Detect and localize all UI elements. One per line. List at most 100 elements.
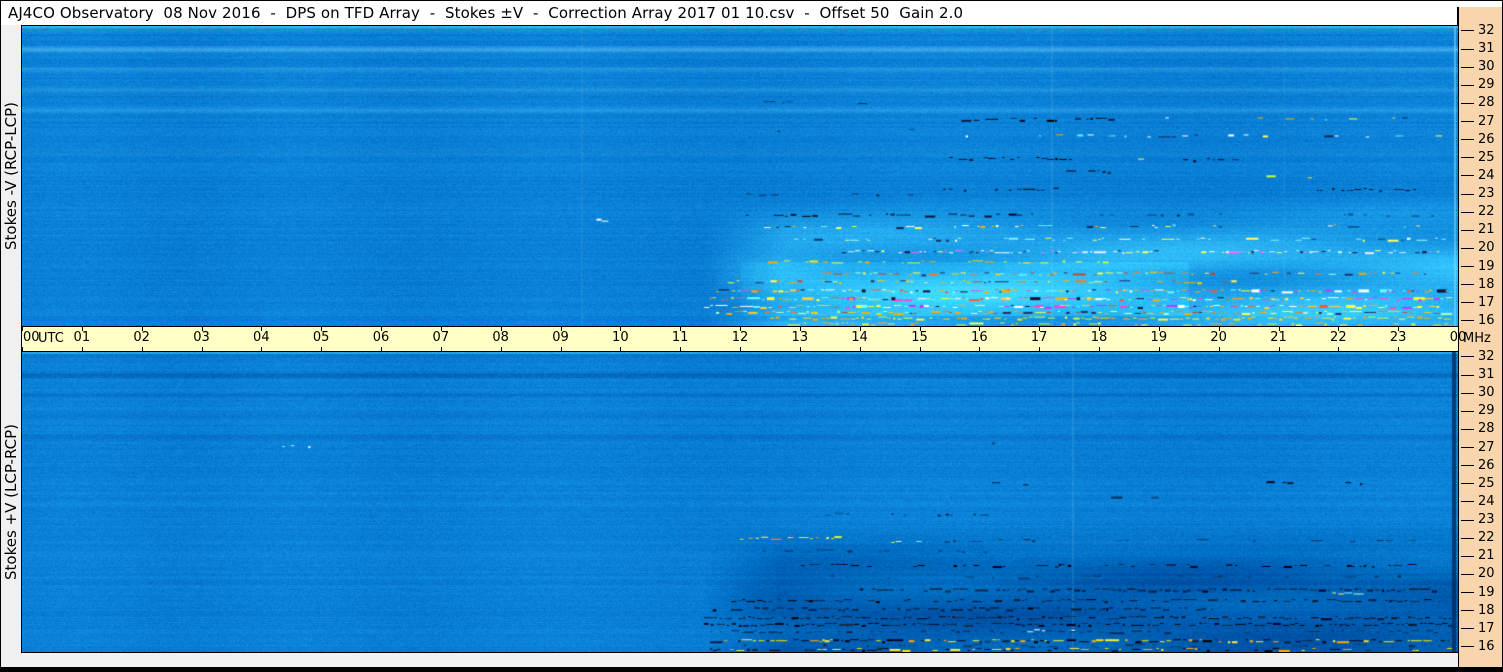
utc-unit-label: UTC: [38, 331, 64, 346]
time-tick: [680, 347, 682, 351]
freq-tick: 17: [1461, 620, 1495, 636]
time-tick: [740, 347, 741, 351]
freq-tick: 27: [1461, 440, 1495, 455]
freq-tick-label: 25: [1478, 475, 1495, 491]
freq-tick: 31: [1461, 368, 1495, 382]
time-tick: [1458, 347, 1459, 351]
freq-tick-label: 25: [1478, 149, 1495, 165]
freq-tick-label: 31: [1478, 41, 1495, 57]
freq-tick-mark: [1461, 84, 1474, 86]
freq-tick-label: 24: [1478, 493, 1495, 509]
freq-tick: 16: [1461, 639, 1495, 654]
freq-tick-label: 17: [1478, 294, 1495, 310]
freq-tick: 30: [1461, 386, 1495, 400]
time-tick: [1158, 347, 1160, 351]
freq-tick-mark: [1461, 320, 1474, 322]
freq-tick: 20: [1461, 241, 1495, 255]
time-tick: [22, 347, 23, 351]
time-tick: [620, 347, 622, 351]
time-tick: [1338, 347, 1340, 351]
freq-tick: 22: [1461, 205, 1495, 219]
freq-tick-label: 22: [1478, 204, 1495, 220]
freq-tick-label: 18: [1478, 276, 1495, 292]
time-label: 20: [1210, 330, 1227, 345]
freq-tick-mark: [1461, 428, 1474, 430]
freq-tick: 20: [1461, 567, 1495, 581]
footer-strip: [1, 653, 1458, 667]
time-label: 18: [1090, 330, 1108, 345]
freq-tick-mark: [1461, 211, 1474, 213]
freq-tick: 29: [1461, 404, 1495, 418]
freq-tick-label: 29: [1478, 403, 1495, 419]
freq-tick-label: 21: [1478, 222, 1495, 238]
panel-label-stokes-minus-v: Stokes -V (RCP-LCP): [1, 102, 20, 250]
freq-tick-label: 20: [1478, 240, 1495, 256]
freq-tick-mark: [1461, 356, 1474, 358]
freq-tick-label: 30: [1478, 59, 1495, 75]
time-label: 19: [1150, 330, 1168, 345]
freq-tick-label: 17: [1478, 620, 1495, 636]
freq-tick-label: 21: [1478, 548, 1495, 564]
time-label: 07: [432, 330, 450, 345]
freq-tick: 22: [1461, 531, 1495, 545]
time-tick: [859, 347, 861, 351]
freq-tick: 23: [1461, 187, 1495, 201]
panel-border-line: [21, 25, 22, 653]
time-tick: [261, 347, 263, 351]
freq-tick-label: 22: [1478, 530, 1495, 546]
freq-tick: 21: [1461, 223, 1495, 237]
freq-tick: 26: [1461, 131, 1495, 147]
time-tick: [141, 347, 143, 351]
time-label: 11: [671, 330, 689, 345]
freq-tick-label: 26: [1478, 131, 1495, 147]
time-tick: [81, 347, 83, 351]
freq-tick-mark: [1461, 247, 1474, 249]
freq-tick: 32: [1461, 348, 1495, 364]
freq-tick: 19: [1461, 585, 1495, 600]
freq-tick-label: 26: [1478, 457, 1495, 473]
freq-tick: 18: [1461, 276, 1495, 292]
freq-tick-mark: [1461, 447, 1474, 449]
freq-tick-label: 32: [1478, 22, 1495, 38]
time-tick: [1398, 347, 1400, 351]
freq-tick: 32: [1461, 22, 1495, 38]
freq-tick-mark: [1461, 175, 1474, 177]
freq-tick: 16: [1461, 313, 1495, 328]
time-tick: [1099, 347, 1100, 351]
time-label: 17: [1030, 330, 1048, 345]
freq-tick-mark: [1461, 392, 1474, 394]
freq-tick: 17: [1461, 294, 1495, 310]
time-tick: [500, 347, 502, 351]
time-label: 08: [492, 330, 509, 345]
time-tick: [1278, 347, 1280, 351]
time-label: 22: [1330, 330, 1347, 345]
freq-tick-mark: [1461, 302, 1474, 304]
freq-tick-label: 23: [1478, 512, 1495, 528]
time-tick: [560, 347, 562, 351]
time-label: 21: [1270, 330, 1287, 345]
freq-tick-mark: [1461, 139, 1474, 141]
freq-tick-mark: [1461, 646, 1474, 648]
freq-tick: 28: [1461, 422, 1495, 436]
freq-tick-mark: [1461, 266, 1474, 268]
time-label: 00: [23, 330, 40, 345]
time-tick: [1218, 347, 1220, 351]
freq-tick-mark: [1461, 121, 1474, 123]
freq-tick-label: 32: [1478, 348, 1495, 364]
spectrogram-bottom-panel: [22, 352, 1458, 652]
freq-tick: 26: [1461, 457, 1495, 473]
spectrogram-top-panel: [22, 26, 1458, 326]
time-label: 06: [372, 330, 390, 345]
time-label: 04: [253, 330, 270, 345]
freq-tick: 25: [1461, 149, 1495, 165]
freq-tick: 18: [1461, 603, 1495, 618]
freq-tick-mark: [1461, 573, 1474, 575]
time-tick: [381, 347, 382, 351]
freq-tick-mark: [1461, 102, 1474, 104]
freq-tick-mark: [1461, 592, 1474, 594]
freq-tick-label: 27: [1478, 113, 1495, 129]
time-tick: [440, 347, 442, 351]
time-tick: [979, 347, 981, 351]
freq-tick-label: 19: [1478, 258, 1495, 274]
panel-label-stokes-plus-v: Stokes +V (LCP-RCP): [1, 424, 20, 580]
